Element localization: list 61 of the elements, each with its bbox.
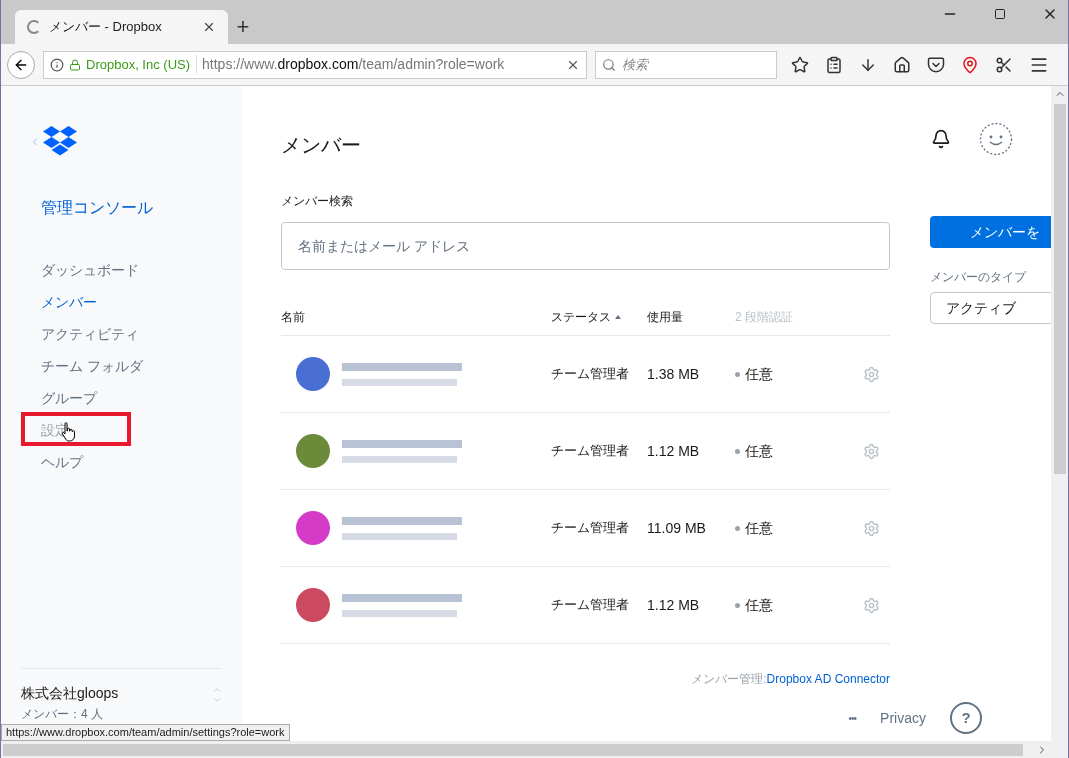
two-factor-cell-text: 任意 — [745, 441, 773, 461]
status-cell-text: チーム管理者 — [551, 519, 630, 538]
usage-cell-text: 11.09 MB — [647, 518, 707, 538]
status-url-tooltip: https://www.dropbox.com/team/admin/settings?role=work — [1, 724, 290, 741]
pocket-icon[interactable] — [927, 55, 945, 74]
loading-icon — [27, 20, 41, 34]
lock-icon — [69, 58, 81, 71]
two-factor-cell-text: 任意 — [745, 364, 773, 384]
info-icon — [50, 57, 64, 72]
sidebar-link[interactable]: グループ — [41, 387, 97, 409]
reading-list-icon[interactable] — [825, 55, 843, 74]
new-tab-button[interactable]: + — [228, 10, 258, 44]
sidebar-link[interactable]: アクティビティ — [41, 323, 139, 345]
more-button[interactable]: ••• — [848, 710, 857, 726]
console-title[interactable]: 管理コンソール — [41, 196, 222, 220]
team-name: 株式会社gloops — [21, 684, 120, 703]
sidebar-link[interactable]: チーム フォルダ — [41, 355, 143, 377]
page-title: メンバー — [281, 133, 362, 158]
two-factor-cell-text: 任意 — [745, 595, 773, 615]
two-factor-cell-text: 任意 — [745, 518, 773, 538]
tab-title: メンバー - Dropbox — [49, 18, 163, 37]
search-icon — [602, 57, 616, 72]
member-search-field[interactable]: 名前またはメール アドレス — [281, 222, 890, 270]
column-header: 2 段階認証 — [735, 308, 793, 326]
status-cell-text: チーム管理者 — [551, 596, 630, 615]
usage-cell-text: 1.12 MB — [647, 441, 701, 461]
back-button[interactable] — [7, 50, 35, 79]
connector-link[interactable]: Dropbox AD Connector — [766, 670, 890, 688]
help-button[interactable]: ? — [950, 702, 982, 734]
dropbox-logo-icon — [43, 126, 77, 158]
sidebar-link[interactable]: メンバー — [41, 291, 97, 313]
type-label: メンバーのタイプ — [930, 269, 1028, 286]
url-text: https://www.dropbox.com/team/admin?role=work — [202, 55, 505, 74]
close-icon[interactable] — [202, 20, 216, 34]
browser-tab[interactable]: メンバー - Dropbox — [15, 10, 228, 44]
smiley-avatar-icon[interactable] — [979, 122, 1013, 156]
search-label: メンバー検索 — [281, 193, 354, 210]
search-field[interactable]: 検索 — [595, 50, 777, 79]
column-header[interactable]: 使用量 — [647, 307, 683, 326]
column-header[interactable]: 名前 — [281, 307, 305, 326]
sidebar-link[interactable]: ダッシュボード — [41, 259, 139, 281]
horizontal-scrollbar[interactable] — [1, 741, 1068, 758]
pin-icon[interactable] — [961, 55, 979, 74]
invite-button[interactable]: メンバーを — [930, 216, 1051, 248]
address-bar[interactable]: Dropbox, Inc (US) https://www.dropbox.com/team/admin?role=work — [43, 50, 587, 79]
scissors-icon[interactable] — [995, 55, 1013, 74]
footer-note: メンバー管理: — [691, 671, 767, 688]
maximize-icon[interactable] — [994, 8, 1006, 20]
column-header[interactable]: ステータス — [551, 307, 611, 326]
home-icon[interactable] — [893, 55, 911, 74]
sidebar-link[interactable]: ヘルプ — [41, 451, 83, 473]
status-cell-text: チーム管理者 — [551, 442, 630, 461]
privacy-link[interactable]: Privacy — [880, 707, 926, 729]
notification-bell-icon[interactable] — [931, 129, 951, 149]
usage-cell-text: 1.12 MB — [647, 595, 701, 615]
member-count: メンバー：4 人 — [21, 707, 104, 721]
site-identity: Dropbox, Inc (US) — [86, 54, 198, 75]
status-cell-text: チーム管理者 — [551, 365, 630, 384]
vertical-scrollbar[interactable] — [1051, 86, 1068, 741]
bookmark-star-icon[interactable] — [791, 55, 809, 74]
usage-cell-text: 1.38 MB — [647, 364, 701, 384]
